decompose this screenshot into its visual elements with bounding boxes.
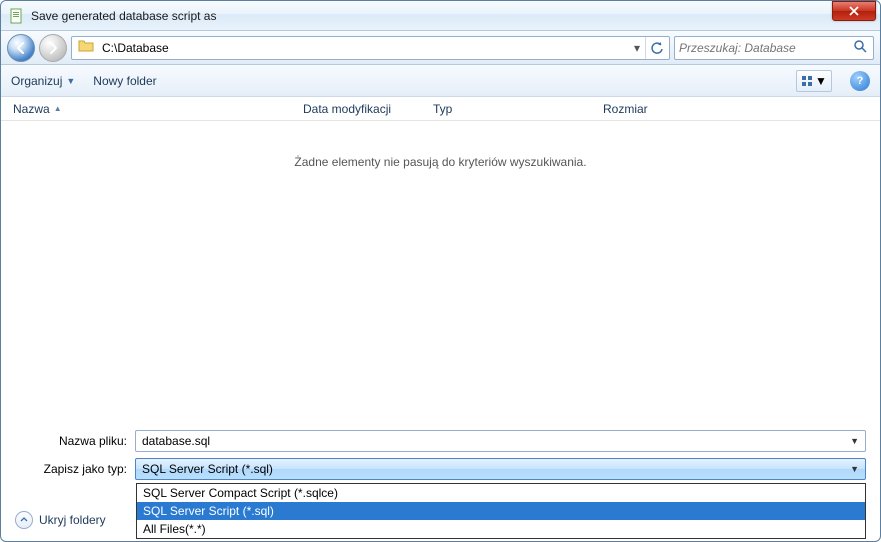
search-icon[interactable] bbox=[851, 39, 869, 56]
folder-icon bbox=[78, 39, 96, 57]
back-button[interactable] bbox=[7, 34, 35, 62]
filetype-option[interactable]: All Files(*.*) bbox=[137, 520, 865, 538]
refresh-button[interactable] bbox=[645, 37, 667, 59]
title-bar: Save generated database script as bbox=[1, 1, 880, 31]
organize-button[interactable]: Organizuj ▼ bbox=[11, 74, 75, 88]
window-title: Save generated database script as bbox=[31, 9, 832, 23]
close-button[interactable] bbox=[832, 1, 876, 21]
filename-input[interactable] bbox=[142, 434, 850, 448]
hide-folders-label[interactable]: Ukryj foldery bbox=[39, 513, 106, 527]
column-header-row: Nazwa ▲ Data modyfikacji Typ Rozmiar bbox=[1, 97, 880, 121]
column-name[interactable]: Nazwa ▲ bbox=[13, 102, 303, 116]
filetype-option[interactable]: SQL Server Script (*.sql) bbox=[137, 502, 865, 520]
chevron-down-icon[interactable]: ▼ bbox=[850, 436, 859, 446]
savetype-combobox[interactable]: SQL Server Script (*.sql) ▼ bbox=[135, 458, 866, 480]
search-input[interactable] bbox=[679, 41, 851, 55]
filetype-dropdown[interactable]: SQL Server Compact Script (*.sqlce) SQL … bbox=[136, 483, 866, 539]
address-bar[interactable]: C:\Database ▾ bbox=[71, 36, 670, 60]
filetype-option[interactable]: SQL Server Compact Script (*.sqlce) bbox=[137, 484, 865, 502]
filename-field[interactable]: ▼ bbox=[135, 430, 866, 452]
new-folder-label: Nowy folder bbox=[93, 74, 156, 88]
save-panel: Nazwa pliku: ▼ Zapisz jako typ: SQL Serv… bbox=[1, 427, 880, 541]
forward-button bbox=[39, 34, 67, 62]
new-folder-button[interactable]: Nowy folder bbox=[93, 74, 156, 88]
chevron-down-icon: ▼ bbox=[815, 74, 827, 88]
savetype-label: Zapisz jako typ: bbox=[15, 462, 127, 476]
help-button[interactable]: ? bbox=[850, 71, 870, 91]
hide-folders-toggle[interactable] bbox=[15, 511, 33, 529]
toolbar: Organizuj ▼ Nowy folder ▼ ? bbox=[1, 65, 880, 97]
search-box[interactable] bbox=[674, 36, 874, 60]
path-text: C:\Database bbox=[100, 41, 629, 55]
path-dropdown-icon[interactable]: ▾ bbox=[629, 41, 645, 55]
column-size[interactable]: Rozmiar bbox=[603, 102, 703, 116]
savetype-row: Zapisz jako typ: SQL Server Script (*.sq… bbox=[1, 455, 880, 483]
view-options-button[interactable]: ▼ bbox=[796, 70, 832, 92]
sort-ascending-icon: ▲ bbox=[54, 104, 62, 113]
organize-label: Organizuj bbox=[11, 74, 62, 88]
filename-label: Nazwa pliku: bbox=[15, 434, 127, 448]
view-icon bbox=[801, 75, 813, 87]
empty-message: Żadne elementy nie pasują do kryteriów w… bbox=[294, 155, 586, 169]
savetype-value: SQL Server Script (*.sql) bbox=[142, 462, 850, 476]
file-list-area: Żadne elementy nie pasują do kryteriów w… bbox=[1, 121, 880, 401]
column-modified[interactable]: Data modyfikacji bbox=[303, 102, 433, 116]
chevron-down-icon: ▼ bbox=[66, 76, 75, 86]
filename-row: Nazwa pliku: ▼ bbox=[1, 427, 880, 455]
navigation-bar: C:\Database ▾ bbox=[1, 31, 880, 65]
chevron-down-icon[interactable]: ▼ bbox=[850, 464, 859, 474]
column-type[interactable]: Typ bbox=[433, 102, 603, 116]
app-icon bbox=[9, 8, 25, 24]
